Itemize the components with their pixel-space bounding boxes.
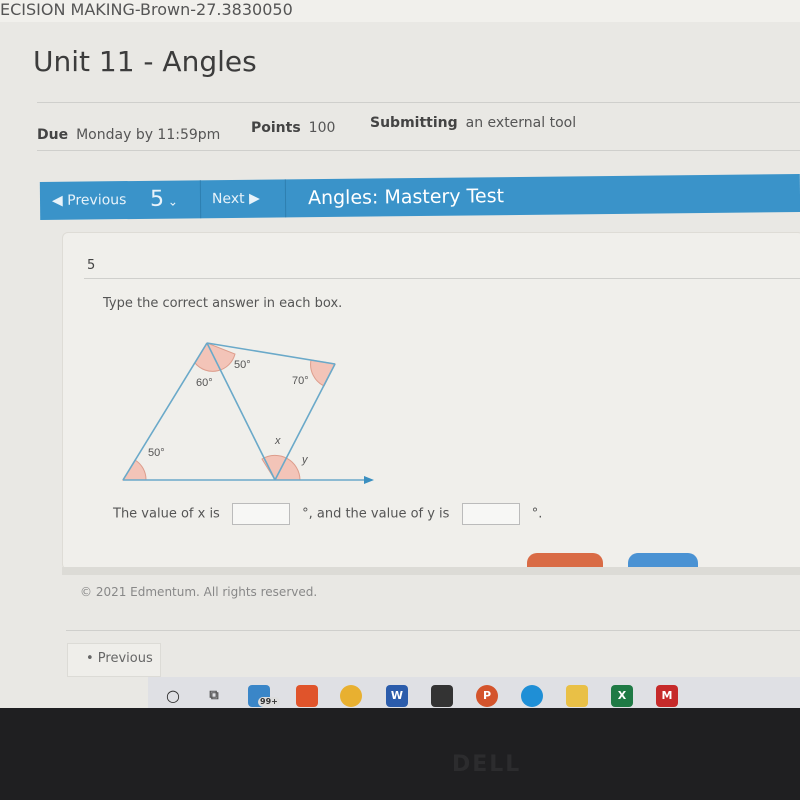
label-50-bottom: 50° — [148, 447, 165, 459]
x-answer-input[interactable] — [231, 503, 290, 525]
label-y: y — [301, 454, 309, 466]
previous-page-button[interactable]: • Previous — [67, 643, 161, 677]
office-icon[interactable] — [296, 685, 318, 707]
mail-icon[interactable]: 99+ — [248, 685, 280, 707]
word-icon[interactable]: W — [386, 685, 408, 707]
edge-icon[interactable] — [521, 685, 543, 707]
dell-logo: DELL — [452, 752, 522, 777]
excel-icon[interactable]: X — [611, 685, 633, 707]
store-icon[interactable] — [431, 685, 453, 707]
segment — [122, 342, 208, 481]
answer-middle: °, and the value of y is — [302, 506, 450, 522]
card-shadow — [62, 567, 800, 575]
mcafee-icon[interactable]: M — [656, 685, 678, 707]
answer-prefix: The value of x is — [113, 506, 220, 522]
mail-badge: 99+ — [258, 697, 280, 707]
answer-sentence: The value of x is °, and the value of y … — [113, 503, 542, 525]
task-view-icon[interactable]: ⧉ — [203, 685, 225, 707]
label-50-top: 50° — [234, 359, 251, 371]
label-70: 70° — [292, 375, 309, 387]
angle-arc-bottom-left — [122, 459, 147, 481]
copyright: © 2021 Edmentum. All rights reserved. — [80, 585, 318, 599]
ray-arrowhead — [364, 476, 374, 484]
cortana-icon[interactable]: ○ — [162, 685, 184, 707]
answer-suffix: °. — [531, 506, 543, 522]
divider — [66, 630, 800, 631]
label-x: x — [274, 435, 281, 447]
chrome-icon[interactable] — [340, 685, 362, 707]
y-answer-input[interactable] — [461, 503, 520, 525]
powerpoint-icon[interactable]: P — [476, 685, 498, 707]
monitor-bezel — [0, 708, 800, 800]
label-60: 60° — [196, 377, 213, 389]
file-explorer-icon[interactable] — [566, 685, 588, 707]
